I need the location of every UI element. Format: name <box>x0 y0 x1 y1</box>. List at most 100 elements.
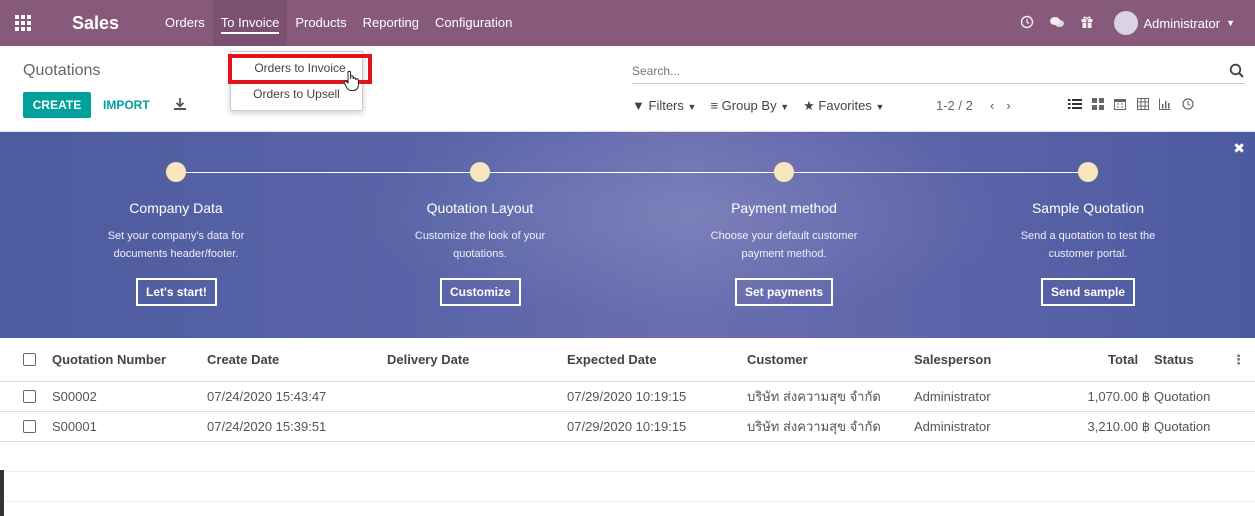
menu-orders[interactable]: Orders <box>157 0 213 46</box>
table-header: Quotation Number Create Date Delivery Da… <box>0 338 1255 382</box>
step-description-line: Customize the look of your <box>414 230 546 242</box>
view-switcher <box>1064 98 1199 116</box>
pager-arrows: ‹› <box>990 98 1023 113</box>
step-description-line: quotations. <box>453 248 507 260</box>
search-input[interactable] <box>632 60 1212 82</box>
step-description-line: payment method. <box>741 248 827 260</box>
step-description-line: Choose your default customer <box>710 230 858 242</box>
close-icon[interactable]: ✖ <box>1233 140 1245 157</box>
empty-row <box>0 442 1255 472</box>
col-customer[interactable]: Customer <box>747 338 808 382</box>
window-edge <box>0 470 4 516</box>
activity-clock-icon[interactable] <box>1012 15 1042 32</box>
step-title: Company Data <box>129 200 223 216</box>
cell-salesperson: Administrator <box>914 389 991 404</box>
user-caret-icon[interactable]: ▼ <box>1226 18 1235 28</box>
cell-customer: บริษัท ส่งความสุข จำกัด <box>747 419 881 434</box>
step-description-line: Set your company's data for <box>107 230 245 242</box>
cell-status: Quotation <box>1154 389 1211 404</box>
calendar-view-icon[interactable] <box>1109 98 1131 116</box>
favorites-button[interactable]: ★ Favorites ▼ <box>803 98 884 114</box>
col-quotation-number[interactable]: Quotation Number <box>52 338 166 382</box>
menu-configuration[interactable]: Configuration <box>427 0 520 46</box>
step-description: Set your company's data for documents hea… <box>46 227 306 263</box>
cell-status: Quotation <box>1154 419 1211 434</box>
select-all-checkbox[interactable] <box>23 353 36 366</box>
step-description-line: documents header/footer. <box>113 248 239 260</box>
lets-start-button[interactable]: Let's start! <box>136 278 217 306</box>
favorites-caret-icon: ▼ <box>875 102 885 112</box>
row-checkbox[interactable] <box>23 420 36 433</box>
cell-create-date: 07/24/2020 15:43:47 <box>207 389 327 404</box>
apps-menu-icon[interactable] <box>0 0 46 46</box>
favorites-label: Favorites <box>818 98 872 113</box>
table-row[interactable]: S00002 07/24/2020 15:43:47 07/29/2020 10… <box>0 382 1255 412</box>
menu-to-invoice[interactable]: To Invoice <box>212 0 288 46</box>
col-expected-date[interactable]: Expected Date <box>567 338 657 382</box>
step-description: Send a quotation to test the customer por… <box>958 227 1218 263</box>
cell-total: 3,210.00 ฿ <box>1087 419 1151 434</box>
cell-salesperson: Administrator <box>914 419 991 434</box>
pager-next-icon[interactable]: › <box>1006 98 1022 113</box>
col-status[interactable]: Status <box>1154 338 1194 382</box>
pager-value[interactable]: 1-2 / 2 <box>936 98 973 113</box>
hand-cursor-icon <box>343 70 361 95</box>
step-description-line: Send a quotation to test the <box>1020 230 1156 242</box>
cell-expected-date: 07/29/2020 10:19:15 <box>567 389 687 404</box>
navbar-right: Administrator ▼ <box>1012 0 1255 46</box>
menu-to-invoice-label: To Invoice <box>220 15 280 34</box>
kanban-view-icon[interactable] <box>1087 98 1109 116</box>
user-name[interactable]: Administrator <box>1144 16 1221 31</box>
cell-expected-date: 07/29/2020 10:19:15 <box>567 419 687 434</box>
graph-view-icon[interactable] <box>1154 98 1176 116</box>
col-salesperson[interactable]: Salesperson <box>914 338 991 382</box>
row-checkbox[interactable] <box>23 390 36 403</box>
step-title: Payment method <box>731 200 837 216</box>
main-menu: Orders To Invoice Products Reporting Con… <box>157 0 520 46</box>
optional-columns-icon[interactable]: ⋮ <box>1232 338 1245 382</box>
group-by-button[interactable]: ≡ Group By ▼ <box>710 98 789 114</box>
onboarding-progress-line <box>176 172 1088 173</box>
gift-icon[interactable] <box>1072 15 1102 32</box>
set-payments-button[interactable]: Set payments <box>735 278 834 306</box>
send-sample-button[interactable]: Send sample <box>1041 278 1136 306</box>
pager-prev-icon[interactable]: ‹ <box>990 98 1006 113</box>
search-bar <box>632 60 1245 84</box>
app-brand[interactable]: Sales <box>72 13 119 34</box>
group-by-label: Group By <box>721 98 777 113</box>
onboarding-banner: ✖ Company Data Set your company's data f… <box>0 132 1255 338</box>
col-total[interactable]: Total <box>1108 338 1138 382</box>
control-panel: Quotations CREATE IMPORT ▼ Filters ▼ ≡ G… <box>0 46 1255 132</box>
import-button[interactable]: IMPORT <box>103 92 150 118</box>
breadcrumb: Quotations <box>23 62 101 79</box>
download-icon[interactable] <box>172 96 188 112</box>
create-button[interactable]: CREATE <box>23 92 91 118</box>
filters-button[interactable]: ▼ Filters ▼ <box>632 98 696 114</box>
activity-view-icon[interactable] <box>1177 98 1199 116</box>
step-dot <box>1078 162 1098 182</box>
cell-customer: บริษัท ส่งความสุข จำกัด <box>747 389 881 404</box>
group-by-icon: ≡ <box>710 98 719 113</box>
pivot-view-icon[interactable] <box>1132 98 1154 116</box>
cell-create-date: 07/24/2020 15:39:51 <box>207 419 327 434</box>
search-icon[interactable] <box>1229 63 1245 79</box>
table-row[interactable]: S00001 07/24/2020 15:39:51 07/29/2020 10… <box>0 412 1255 442</box>
group-by-caret-icon: ▼ <box>780 102 790 112</box>
menu-reporting[interactable]: Reporting <box>355 0 427 46</box>
step-dot <box>166 162 186 182</box>
cell-number: S00002 <box>52 389 97 404</box>
col-delivery-date[interactable]: Delivery Date <box>387 338 469 382</box>
star-icon: ★ <box>803 98 815 113</box>
step-description-line: customer portal. <box>1048 248 1128 260</box>
menu-products[interactable]: Products <box>287 0 354 46</box>
chat-bubbles-icon[interactable] <box>1042 15 1072 32</box>
step-description: Choose your default customer payment meth… <box>654 227 914 263</box>
step-title: Quotation Layout <box>426 200 534 216</box>
customize-button[interactable]: Customize <box>440 278 521 306</box>
user-avatar[interactable] <box>1113 11 1138 35</box>
search-options: ▼ Filters ▼ ≡ Group By ▼ ★ Favorites ▼ <box>632 98 898 114</box>
col-create-date[interactable]: Create Date <box>207 338 279 382</box>
list-view-icon[interactable] <box>1064 98 1086 116</box>
cell-number: S00001 <box>52 419 97 434</box>
filters-label: Filters <box>648 98 684 113</box>
